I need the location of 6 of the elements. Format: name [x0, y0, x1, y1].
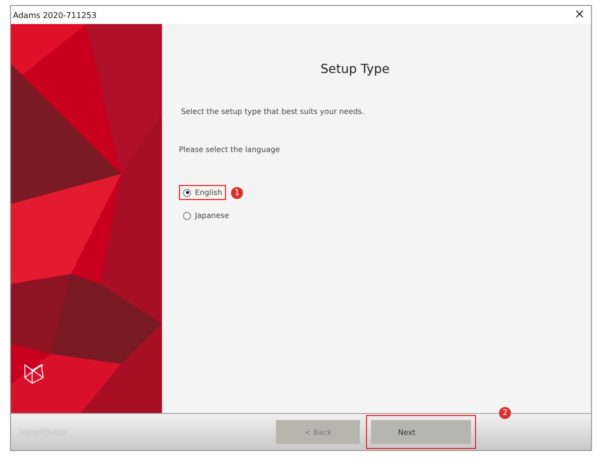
window-title: Adams 2020-711253	[13, 10, 97, 20]
step-badge: 2	[499, 406, 511, 419]
page-title: Setup Type	[319, 61, 391, 76]
close-button[interactable]: ×	[568, 7, 591, 23]
step-badge: 1	[231, 186, 244, 198]
logo-icon	[23, 361, 45, 387]
